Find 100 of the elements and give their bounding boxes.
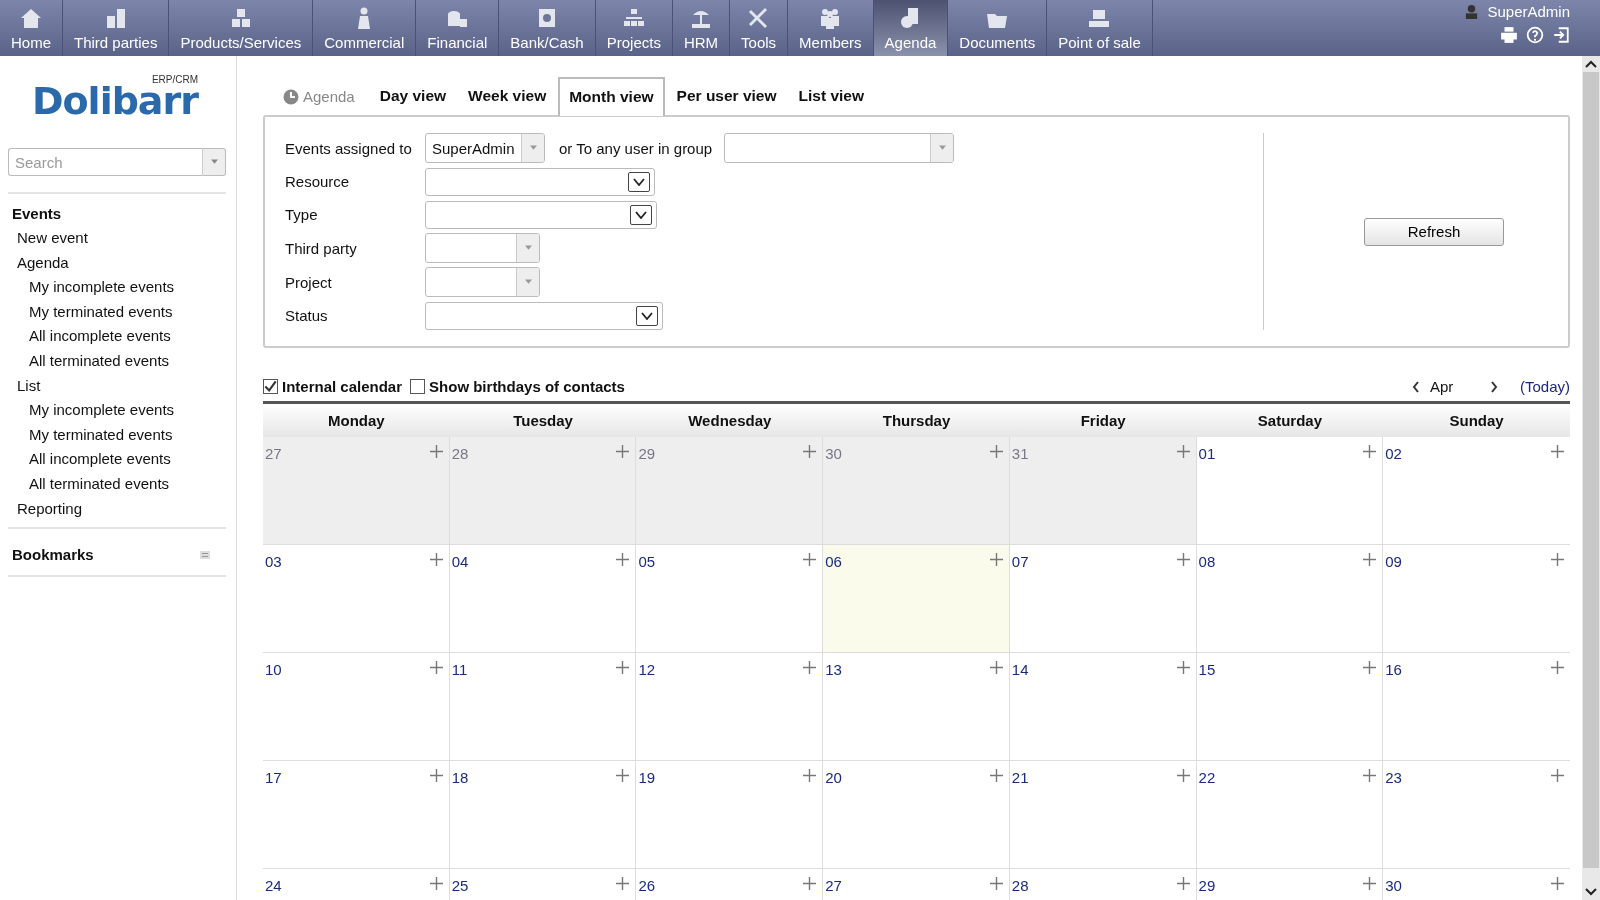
day-number[interactable]: 16 [1385, 661, 1402, 678]
day-number[interactable]: 23 [1385, 769, 1402, 786]
day-cell[interactable]: 10 [263, 653, 450, 760]
day-cell[interactable]: 21 [1009, 761, 1197, 868]
combo-field[interactable] [425, 233, 540, 263]
day-number[interactable]: 18 [451, 769, 469, 786]
checkbox[interactable] [410, 379, 426, 394]
scrollbar[interactable] [1582, 56, 1600, 900]
scroll-down-icon[interactable] [1585, 888, 1597, 896]
day-number[interactable]: 17 [265, 769, 282, 786]
add-icon[interactable] [989, 877, 1003, 890]
add-icon[interactable] [803, 661, 817, 674]
day-cell[interactable]: 25 [449, 869, 637, 900]
sidebar-item[interactable]: My incomplete events [8, 275, 226, 300]
day-number[interactable]: 26 [638, 877, 656, 894]
sidebar-item[interactable]: New event [8, 226, 249, 251]
sidebar-item[interactable]: My incomplete events [8, 398, 226, 423]
menu-tab[interactable]: Members [788, 0, 874, 56]
menu-tab[interactable]: Documents [948, 0, 1048, 56]
day-cell[interactable]: 06 [823, 545, 1010, 652]
menu-tab[interactable]: Bank/Cash [499, 0, 596, 56]
day-number[interactable]: 28 [451, 445, 469, 462]
day-number[interactable]: 29 [638, 445, 656, 462]
sidebar-item[interactable]: All terminated events [8, 348, 226, 374]
day-number[interactable]: 27 [825, 877, 842, 894]
day-number[interactable]: 04 [451, 553, 469, 570]
day-cell[interactable]: 12 [636, 653, 824, 760]
select-field[interactable] [425, 200, 657, 229]
day-cell[interactable]: 09 [1383, 545, 1570, 652]
day-number[interactable]: 11 [451, 661, 468, 678]
add-icon[interactable] [616, 877, 630, 890]
add-icon[interactable] [989, 445, 1003, 458]
add-icon[interactable] [1551, 445, 1564, 458]
today-link[interactable]: (Today) [1519, 378, 1570, 395]
add-icon[interactable] [1176, 553, 1190, 566]
day-cell[interactable]: 14 [1009, 653, 1197, 760]
day-number[interactable]: 01 [1198, 445, 1216, 462]
checkbox-label[interactable]: Show birthdays of contacts [429, 378, 625, 395]
add-icon[interactable] [989, 553, 1003, 566]
menu-tab[interactable]: Home [0, 0, 63, 56]
day-number[interactable]: 05 [638, 553, 656, 570]
view-tab[interactable]: List view [788, 87, 874, 115]
day-cell[interactable]: 26 [636, 869, 824, 900]
menu-tab[interactable]: Financial [416, 0, 500, 56]
sidebar-title[interactable]: Events [8, 202, 226, 226]
day-cell[interactable]: 24 [263, 869, 450, 900]
day-number[interactable]: 12 [638, 661, 656, 678]
day-cell[interactable]: 29 [636, 437, 824, 544]
day-number[interactable]: 21 [1011, 769, 1029, 786]
day-number[interactable]: 31 [1011, 445, 1029, 462]
day-cell[interactable]: 13 [823, 653, 1010, 760]
day-number[interactable]: 10 [265, 661, 282, 678]
day-number[interactable]: 13 [825, 661, 842, 678]
view-tab[interactable]: Month view [558, 77, 665, 116]
add-icon[interactable] [1363, 445, 1377, 458]
menu-tab[interactable]: HRM [672, 0, 731, 56]
day-number[interactable]: 20 [825, 769, 842, 786]
add-icon[interactable] [1176, 877, 1190, 890]
help-icon[interactable] [1526, 26, 1544, 44]
day-cell[interactable]: 17 [263, 761, 450, 868]
add-icon[interactable] [803, 877, 817, 890]
sidebar-item[interactable]: My terminated events [8, 422, 226, 448]
list-icon[interactable] [200, 551, 210, 560]
user-select[interactable]: SuperAdmin [425, 133, 545, 163]
add-icon[interactable] [1363, 661, 1377, 674]
add-icon[interactable] [1551, 769, 1564, 782]
add-icon[interactable] [803, 769, 817, 782]
menu-tab[interactable]: Products/Services [169, 0, 314, 56]
day-number[interactable]: 14 [1011, 661, 1029, 678]
checkbox-label[interactable]: Internal calendar [282, 378, 403, 395]
day-cell[interactable]: 20 [823, 761, 1010, 868]
day-cell[interactable]: 28 [1009, 869, 1197, 900]
day-cell[interactable]: 30 [823, 437, 1010, 544]
day-number[interactable]: 03 [265, 553, 282, 570]
print-icon[interactable] [1500, 26, 1518, 44]
view-tab[interactable]: Per user view [666, 87, 787, 115]
day-cell[interactable]: 04 [449, 545, 637, 652]
add-icon[interactable] [1551, 877, 1564, 890]
day-cell[interactable]: 15 [1196, 653, 1384, 760]
day-cell[interactable]: 27 [823, 869, 1010, 900]
day-number[interactable]: 29 [1198, 877, 1216, 894]
day-cell[interactable]: 07 [1009, 545, 1197, 652]
sidebar-item[interactable]: All terminated events [8, 471, 226, 497]
add-icon[interactable] [1363, 553, 1377, 566]
day-cell[interactable]: 19 [636, 761, 824, 868]
sidebar-item[interactable]: All incomplete events [8, 447, 226, 472]
sidebar-item[interactable]: List [8, 373, 249, 399]
view-tab[interactable]: Week view [458, 87, 557, 115]
day-number[interactable]: 24 [265, 877, 282, 894]
sidebar-item[interactable]: Agenda [8, 250, 249, 276]
view-tab[interactable]: Day view [369, 87, 457, 115]
day-number[interactable]: 19 [638, 769, 656, 786]
scroll-up-icon[interactable] [1585, 60, 1597, 68]
menu-tab[interactable]: Third parties [63, 0, 170, 56]
day-cell[interactable]: 18 [449, 761, 637, 868]
day-number[interactable]: 09 [1385, 553, 1402, 570]
search-field[interactable]: Search [8, 148, 202, 176]
menu-tab[interactable]: Agenda [873, 0, 949, 56]
day-cell[interactable]: 11 [449, 653, 637, 760]
checkbox[interactable] [263, 379, 278, 394]
